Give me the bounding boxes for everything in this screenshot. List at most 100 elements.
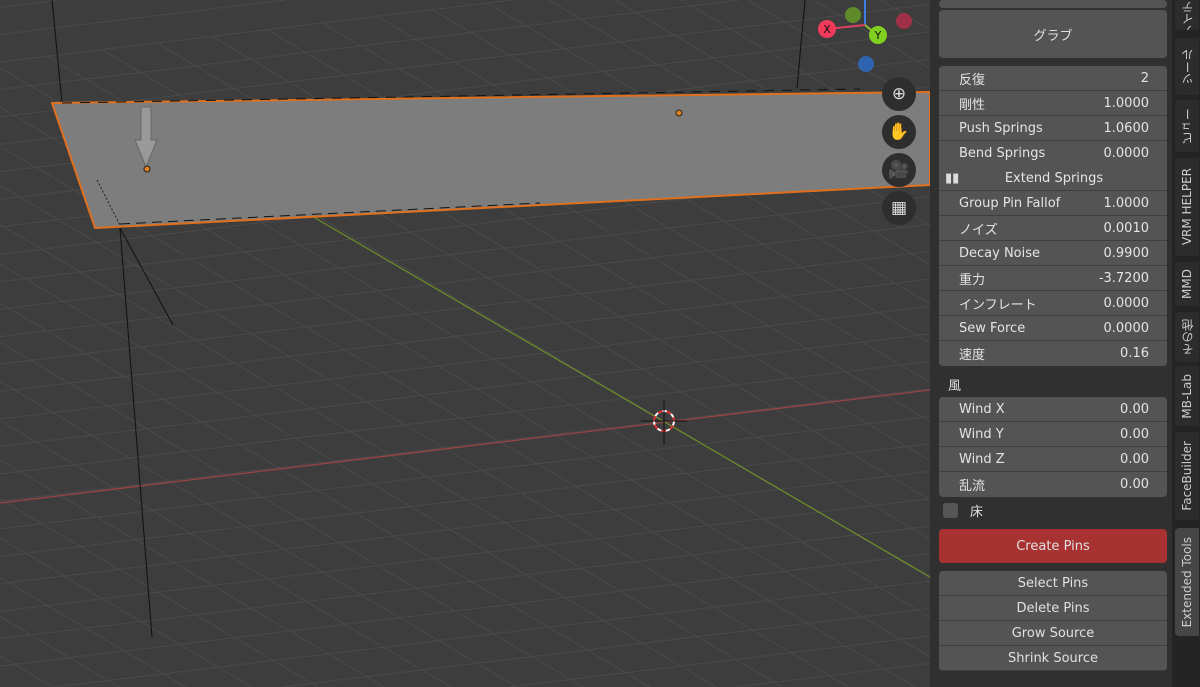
property-field[interactable]: 重力 -3.7200 (939, 266, 1167, 291)
camera-icon[interactable]: 🎥 (882, 153, 916, 187)
tab[interactable]: VRM HELPER (1175, 158, 1199, 256)
grid-line (0, 145, 916, 687)
property-label: ノイズ (959, 222, 998, 238)
property-value: 0.0000 (1103, 295, 1150, 311)
pin-action-button[interactable]: Delete Pins (939, 596, 1167, 621)
grid-line (734, 662, 930, 687)
pin-buttons-box: Select Pins Delete Pins Grow Source Shrink … (939, 571, 1167, 671)
gizmo-y-label[interactable]: Y (874, 29, 882, 42)
grid-line (0, 341, 584, 687)
lattice-line (119, 227, 153, 638)
grid-line (0, 305, 930, 420)
property-value: 1.0000 (1103, 95, 1150, 111)
create-pins-label: Create Pins (1016, 538, 1090, 554)
extend-springs-icon: ▮▮ (945, 170, 960, 186)
property-field[interactable]: Wind Z 0.00 (939, 447, 1167, 472)
3d-cursor-icon (641, 400, 687, 444)
floor-label: 床 (970, 505, 984, 520)
tab[interactable]: Extended Tools (1175, 528, 1199, 636)
hand-pan-icon[interactable]: ✋ (882, 115, 916, 149)
checkbox-box[interactable] (943, 503, 958, 518)
grid-line (0, 380, 518, 687)
property-value: 0.0000 (1103, 320, 1150, 336)
property-label: Sew Force (959, 320, 1026, 336)
tab-label: ビュー (1180, 108, 1195, 144)
property-value: 2 (1140, 70, 1149, 86)
tab[interactable]: FaceBuilder (1175, 432, 1199, 520)
grid-line (0, 616, 120, 687)
gizmo-x-label[interactable]: X (823, 23, 831, 36)
create-pins-button[interactable]: Create Pins (939, 529, 1167, 563)
cloth-settings-box: 反復 2 剛性 1.0000 Push Springs 1.0600 Bend Spring… (939, 66, 1167, 366)
property-field[interactable]: Push Springs 1.0600 (939, 116, 1167, 141)
grid-line (0, 470, 930, 585)
property-value: 0.9900 (1103, 245, 1150, 261)
tab[interactable]: アイテム (1175, 0, 1199, 30)
property-value: 0.0000 (1103, 146, 1150, 161)
grid-line (0, 576, 186, 687)
grid-line (0, 0, 59, 8)
extend-springs-button[interactable]: ▮▮ Extend Springs (939, 166, 1167, 191)
grid-perspective-icon[interactable]: ▦ (882, 191, 916, 225)
tab-label: FaceBuilder (1180, 441, 1194, 511)
tab[interactable]: MMD (1175, 262, 1199, 306)
pin-action-button[interactable]: Grow Source (939, 621, 1167, 646)
property-value: 0.00 (1120, 451, 1149, 467)
floor-checkbox[interactable]: 床 (943, 501, 983, 520)
property-label: 反復 (959, 72, 986, 88)
grid-line (0, 498, 930, 612)
cloth-plane (50, 90, 930, 230)
property-field[interactable]: 剛性 1.0000 (939, 91, 1167, 116)
grid-line (0, 553, 930, 667)
grid-line (54, 580, 930, 687)
property-label: Decay Noise (959, 245, 1041, 261)
property-field[interactable]: ノイズ 0.0010 (939, 216, 1167, 241)
grid-line (0, 498, 319, 687)
tab[interactable]: MB-Lab (1175, 366, 1199, 426)
grid-line (0, 525, 930, 640)
property-value: 0.00 (1120, 401, 1149, 417)
property-field[interactable]: Decay Noise 0.9900 (939, 241, 1167, 266)
property-label: 乱流 (959, 479, 986, 494)
property-field[interactable]: 反復 2 (939, 66, 1167, 91)
grid-line (0, 184, 850, 687)
grab-label: グラブ (1033, 28, 1073, 44)
property-field[interactable]: Group Pin Fallof 1.0000 (939, 191, 1167, 216)
tab[interactable]: ビュー (1175, 100, 1199, 152)
grid-line (508, 635, 930, 687)
viewport-scene: X Y (0, 0, 930, 687)
grid-line (0, 278, 930, 392)
property-label: Push Springs (959, 120, 1043, 136)
tab-label: MMD (1180, 269, 1194, 299)
property-field[interactable]: インフレート 0.0000 (939, 291, 1167, 316)
3d-viewport[interactable]: X Y ⊕ ✋ 🎥 ▦ (0, 0, 930, 687)
zoom-icon[interactable]: ⊕ (882, 77, 916, 111)
property-value: 1.0000 (1103, 195, 1150, 211)
property-field[interactable]: Sew Force 0.0000 (939, 316, 1167, 341)
grab-button[interactable]: グラブ (939, 10, 1167, 58)
y-axis-line (309, 214, 930, 578)
property-field[interactable]: Bend Springs 0.0000 (939, 141, 1167, 166)
pin-action-button[interactable]: Select Pins (939, 571, 1167, 596)
property-value: 0.0010 (1103, 220, 1150, 236)
property-field[interactable]: Wind Y 0.00 (939, 422, 1167, 447)
grid-line (0, 223, 930, 338)
tab[interactable]: その他 (1175, 312, 1199, 362)
property-field[interactable]: 速度 0.16 (939, 341, 1167, 366)
pin-action-button[interactable]: Shrink Source (939, 646, 1167, 671)
grid-line (0, 388, 930, 502)
tab-label: Extended Tools (1180, 536, 1194, 628)
origin-point (143, 165, 151, 173)
grid-line (0, 0, 286, 35)
property-value: 1.0600 (1103, 120, 1150, 136)
sidebar-panel: グラブ 反復 2 剛性 1.0000 Push Springs 1.0600 Bend Sp… (930, 0, 1172, 687)
property-field[interactable]: Wind X 0.00 (939, 397, 1167, 422)
property-label: 重力 (959, 272, 986, 288)
property-field[interactable]: 乱流 0.00 (939, 472, 1167, 497)
property-label: 剛性 (959, 97, 986, 113)
tab-label: MB-Lab (1180, 373, 1194, 419)
tab[interactable]: ツール (1175, 38, 1199, 95)
grid-line (0, 333, 930, 447)
property-label: Wind X (959, 401, 1005, 417)
tab-label: ツール (1180, 48, 1195, 85)
